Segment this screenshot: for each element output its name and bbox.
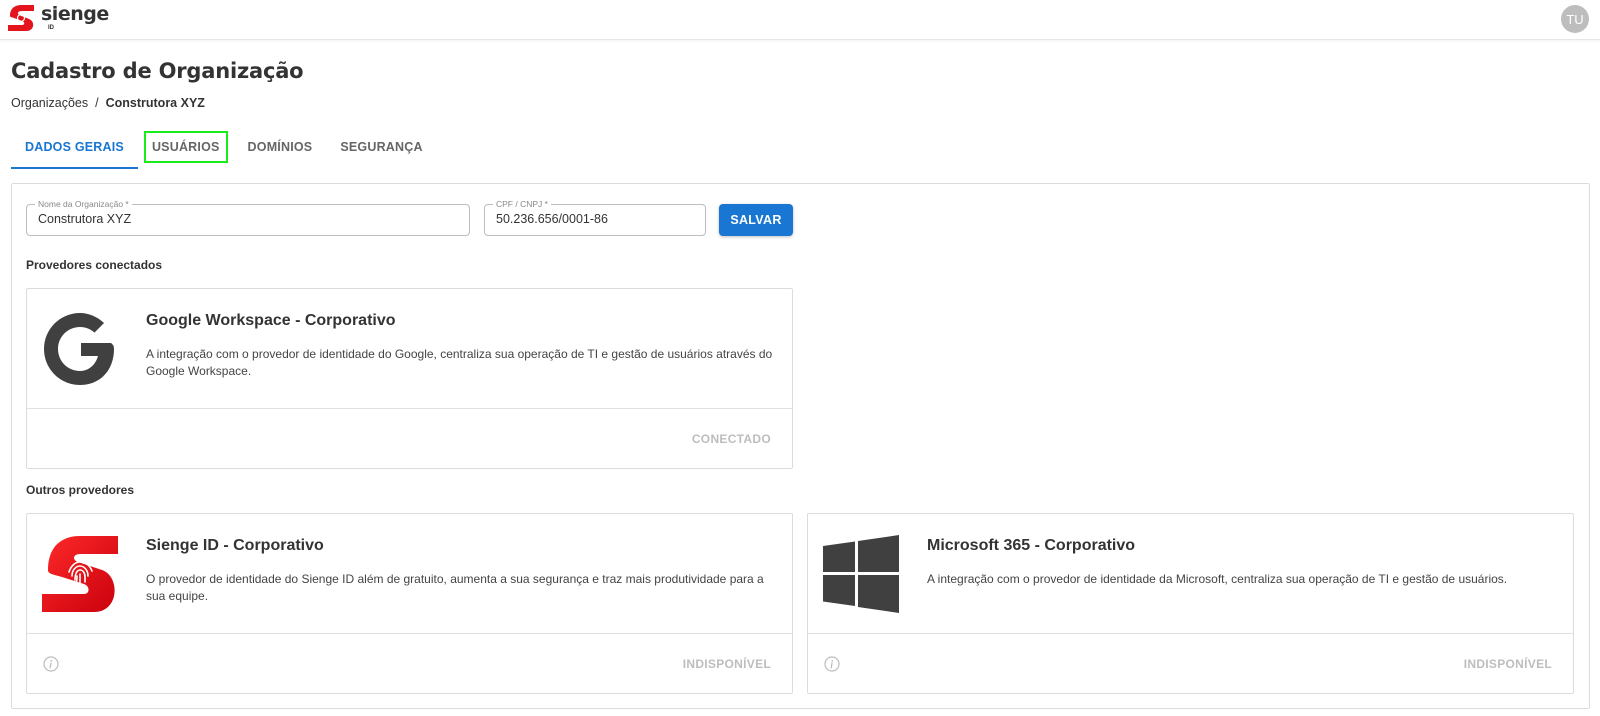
- card-divider: [808, 633, 1573, 634]
- microsoft-provider-card[interactable]: Microsoft 365 - Corporativo A integração…: [807, 513, 1574, 694]
- logo-sub: ID: [48, 25, 54, 31]
- google-card-title: Google Workspace - Corporativo: [146, 312, 396, 329]
- info-icon[interactable]: [824, 656, 840, 672]
- card-header: Sienge ID - Corporativo O provedor de id…: [27, 514, 792, 633]
- sienge-id-icon: [42, 536, 118, 612]
- save-button[interactable]: SALVAR: [719, 204, 793, 236]
- breadcrumb-current: Construtora XYZ: [105, 96, 205, 110]
- top-bar: sienge ID TU: [0, 0, 1600, 40]
- connected-providers-label: Provedores conectados: [26, 258, 163, 272]
- tab-bar: DADOS GERAIS USUÁRIOS DOMÍNIOS SEGURANÇA: [11, 125, 437, 169]
- google-provider-card[interactable]: Google Workspace - Corporativo A integra…: [26, 288, 793, 469]
- breadcrumb: Organizações / Construtora XYZ: [11, 96, 205, 110]
- sienge-provider-card[interactable]: Sienge ID - Corporativo O provedor de id…: [26, 513, 793, 694]
- card-divider: [27, 633, 792, 634]
- tab-seguranca[interactable]: SEGURANÇA: [326, 125, 436, 169]
- card-header: Google Workspace - Corporativo A integra…: [27, 289, 792, 408]
- google-icon: [44, 313, 114, 385]
- cnpj-input[interactable]: [496, 212, 696, 226]
- logo-text: sienge: [41, 3, 109, 25]
- org-name-label: Nome da Organização *: [35, 199, 132, 209]
- cnpj-label: CPF / CNPJ *: [493, 199, 551, 209]
- microsoft-status-button[interactable]: INDISPONÍVEL: [1464, 657, 1552, 671]
- sienge-card-description: O provedor de identidade do Sienge ID al…: [146, 572, 764, 603]
- microsoft-card-title: Microsoft 365 - Corporativo: [927, 537, 1136, 554]
- page-title: Cadastro de Organização: [11, 59, 304, 83]
- google-card-description: A integração com o provedor de identidad…: [146, 347, 773, 378]
- sienge-status-button[interactable]: INDISPONÍVEL: [683, 657, 771, 671]
- org-name-input[interactable]: [38, 212, 460, 226]
- other-providers-label: Outros provedores: [26, 483, 135, 497]
- info-icon[interactable]: [43, 656, 59, 672]
- tab-dominios[interactable]: DOMÍNIOS: [234, 125, 327, 169]
- windows-icon: [823, 535, 899, 613]
- cnpj-field[interactable]: CPF / CNPJ *: [484, 199, 706, 236]
- card-header: Microsoft 365 - Corporativo A integração…: [808, 514, 1573, 633]
- card-divider: [27, 408, 792, 409]
- org-name-field[interactable]: Nome da Organização *: [26, 199, 470, 236]
- sienge-card-title: Sienge ID - Corporativo: [146, 537, 324, 554]
- breadcrumb-organizacoes[interactable]: Organizações: [11, 96, 88, 110]
- sienge-logo-icon: [8, 5, 34, 31]
- tab-dados-gerais[interactable]: DADOS GERAIS: [11, 125, 138, 169]
- tab-usuarios[interactable]: USUÁRIOS: [138, 125, 234, 169]
- breadcrumb-separator: /: [95, 96, 99, 110]
- user-avatar[interactable]: TU: [1561, 5, 1589, 33]
- microsoft-card-description: A integração com o provedor de identidad…: [927, 572, 1508, 586]
- sienge-logo[interactable]: sienge ID: [6, 3, 109, 33]
- google-status-button[interactable]: CONECTADO: [692, 432, 771, 446]
